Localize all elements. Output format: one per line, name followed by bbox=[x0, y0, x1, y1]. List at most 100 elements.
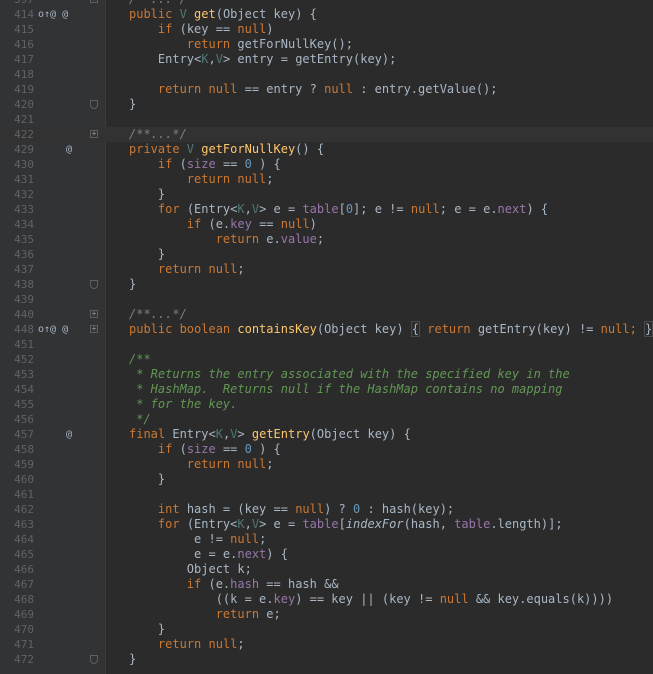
fold-expand-icon[interactable]: + bbox=[90, 325, 98, 333]
code-line[interactable]: 452 /** bbox=[0, 352, 653, 367]
code-token: V bbox=[179, 7, 195, 21]
code-text: /** bbox=[129, 352, 151, 367]
fold-expand-icon[interactable]: + bbox=[90, 0, 98, 3]
code-line[interactable]: 418 bbox=[0, 67, 653, 82]
code-line[interactable]: 414 o↑@ @ public V get(Object key) { bbox=[0, 7, 653, 22]
line-number: 421 bbox=[14, 113, 34, 126]
code-line[interactable]: 434 if (e.key == null) bbox=[0, 217, 653, 232]
fold-collapse-icon[interactable] bbox=[90, 280, 98, 289]
code-line[interactable]: 469 return e; bbox=[0, 607, 653, 622]
code-line[interactable]: 458 if (size == 0 ) { bbox=[0, 442, 653, 457]
code-token: null bbox=[237, 22, 267, 36]
line-number: 433 bbox=[14, 203, 34, 216]
code-line[interactable]: 461 bbox=[0, 487, 653, 502]
code-line[interactable]: 436 } bbox=[0, 247, 653, 262]
fold-expand-icon[interactable]: + bbox=[90, 310, 98, 318]
code-line[interactable]: 464 e != null; bbox=[0, 532, 653, 547]
code-line[interactable]: 457 @ final Entry<K,V> getEntry(Object key… bbox=[0, 427, 653, 442]
code-line[interactable]: 435 return e.value; bbox=[0, 232, 653, 247]
fold-collapse-icon[interactable] bbox=[90, 100, 98, 109]
code-token: > bbox=[237, 427, 252, 441]
code-line[interactable]: 439 bbox=[0, 292, 653, 307]
code-editor[interactable]: 397+/**...*/414o↑@ @public V get(Object … bbox=[0, 0, 653, 674]
fold-collapse-icon[interactable] bbox=[90, 655, 98, 664]
code-line[interactable]: 448 o↑@ @ + public boolean containsKey(Obje… bbox=[0, 321, 653, 337]
override-marker-icon[interactable]: @ bbox=[66, 142, 106, 157]
code-text: * for the key. bbox=[129, 397, 237, 412]
code-token: ) == key || (key != bbox=[295, 592, 440, 606]
override-marker-icon[interactable]: o↑@ @ bbox=[38, 322, 78, 337]
override-marker-icon[interactable]: o↑@ @ bbox=[38, 7, 78, 22]
line-number: 454 bbox=[14, 383, 34, 396]
code-text: /**...*/ bbox=[129, 307, 187, 322]
code-line[interactable]: 451 bbox=[0, 337, 653, 352]
code-token: [ bbox=[338, 517, 346, 531]
code-line[interactable]: 420} bbox=[0, 97, 653, 112]
code-text: for (Entry<K,V> e = table[0]; e != null;… bbox=[129, 202, 548, 217]
code-line[interactable]: 453 * Returns the entry associated with … bbox=[0, 367, 653, 382]
code-line[interactable]: 472} bbox=[0, 652, 653, 667]
code-line[interactable]: 466 Object k; bbox=[0, 562, 653, 577]
code-token: } bbox=[644, 321, 653, 337]
code-line[interactable]: 415 if (key == null) bbox=[0, 22, 653, 37]
code-line[interactable]: 465 e = e.next) { bbox=[0, 547, 653, 562]
code-line[interactable]: 432 } bbox=[0, 187, 653, 202]
code-token: V bbox=[251, 202, 260, 216]
code-line[interactable]: 433 for (Entry<K,V> e = table[0]; e != n… bbox=[0, 202, 653, 217]
code-token: V bbox=[186, 142, 202, 156]
code-token: ; bbox=[266, 172, 274, 186]
line-number: 453 bbox=[14, 368, 34, 381]
line-number: 431 bbox=[14, 173, 34, 186]
code-text: if (size == 0 ) { bbox=[129, 157, 281, 172]
fold-expand-icon[interactable]: + bbox=[90, 130, 98, 138]
code-line[interactable]: 463 for (Entry<K,V> e = table[indexFor(h… bbox=[0, 517, 653, 532]
code-line[interactable]: 456 */ bbox=[0, 412, 653, 427]
code-line[interactable]: 440 + /**...*/ bbox=[0, 307, 653, 322]
code-line[interactable]: 430 if (size == 0 ) { bbox=[0, 157, 653, 172]
code-token: { bbox=[410, 321, 421, 337]
code-token: Entry< bbox=[172, 427, 216, 441]
code-line[interactable]: 438} bbox=[0, 277, 653, 292]
code-line[interactable]: 460 } bbox=[0, 472, 653, 487]
code-line[interactable]: 429 @ private V getForNullKey() { bbox=[0, 142, 653, 157]
code-line[interactable]: 416 return getForNullKey(); bbox=[0, 37, 653, 52]
code-token: if bbox=[157, 22, 180, 36]
code-token: return null bbox=[157, 82, 245, 96]
code-text: return null; bbox=[129, 172, 274, 187]
code-token: hash = (key == bbox=[186, 502, 296, 516]
code-line[interactable]: 417 Entry<K,V> entry = getEntry(key); bbox=[0, 52, 653, 67]
code-line[interactable]: 470 } bbox=[0, 622, 653, 637]
code-token: 0 bbox=[353, 502, 368, 516]
code-line[interactable]: 467 if (e.hash == hash && bbox=[0, 577, 653, 592]
code-line[interactable]: 437 return null; bbox=[0, 262, 653, 277]
code-line[interactable]: 454 * HashMap. Returns null if the HashM… bbox=[0, 382, 653, 397]
line-number: 415 bbox=[14, 23, 34, 36]
code-token: * for the key. bbox=[129, 397, 238, 411]
code-token: null bbox=[600, 322, 630, 336]
code-line[interactable]: 471 return null; bbox=[0, 637, 653, 652]
code-line[interactable]: 421 bbox=[0, 112, 653, 127]
code-token: && key.equals(k)))) bbox=[475, 592, 614, 606]
code-line[interactable]: 422 + /**...*/ bbox=[0, 127, 653, 142]
code-line[interactable]: 419 return null == entry ? null : entry.… bbox=[0, 82, 653, 97]
code-token: getForNullKey bbox=[201, 142, 296, 156]
code-line[interactable]: 459 return null; bbox=[0, 457, 653, 472]
code-text: return null; bbox=[129, 457, 274, 472]
code-text: Entry<K,V> entry = getEntry(key); bbox=[129, 52, 396, 67]
code-token: } bbox=[129, 187, 166, 201]
override-marker-icon[interactable]: @ bbox=[66, 427, 106, 442]
code-line[interactable]: 455 * for the key. bbox=[0, 397, 653, 412]
code-token: return bbox=[186, 37, 238, 51]
code-line[interactable]: 397 + /**...*/ bbox=[0, 0, 653, 7]
code-token: if bbox=[186, 217, 209, 231]
code-line[interactable]: 462 int hash = (key == null) ? 0 : hash(… bbox=[0, 502, 653, 517]
code-token: } bbox=[129, 622, 166, 636]
code-token: final bbox=[129, 427, 173, 441]
code-line[interactable]: 431 return null; bbox=[0, 172, 653, 187]
code-line[interactable]: 468 ((k = e.key) == key || (key != null … bbox=[0, 592, 653, 607]
code-token: ) { bbox=[251, 442, 281, 456]
